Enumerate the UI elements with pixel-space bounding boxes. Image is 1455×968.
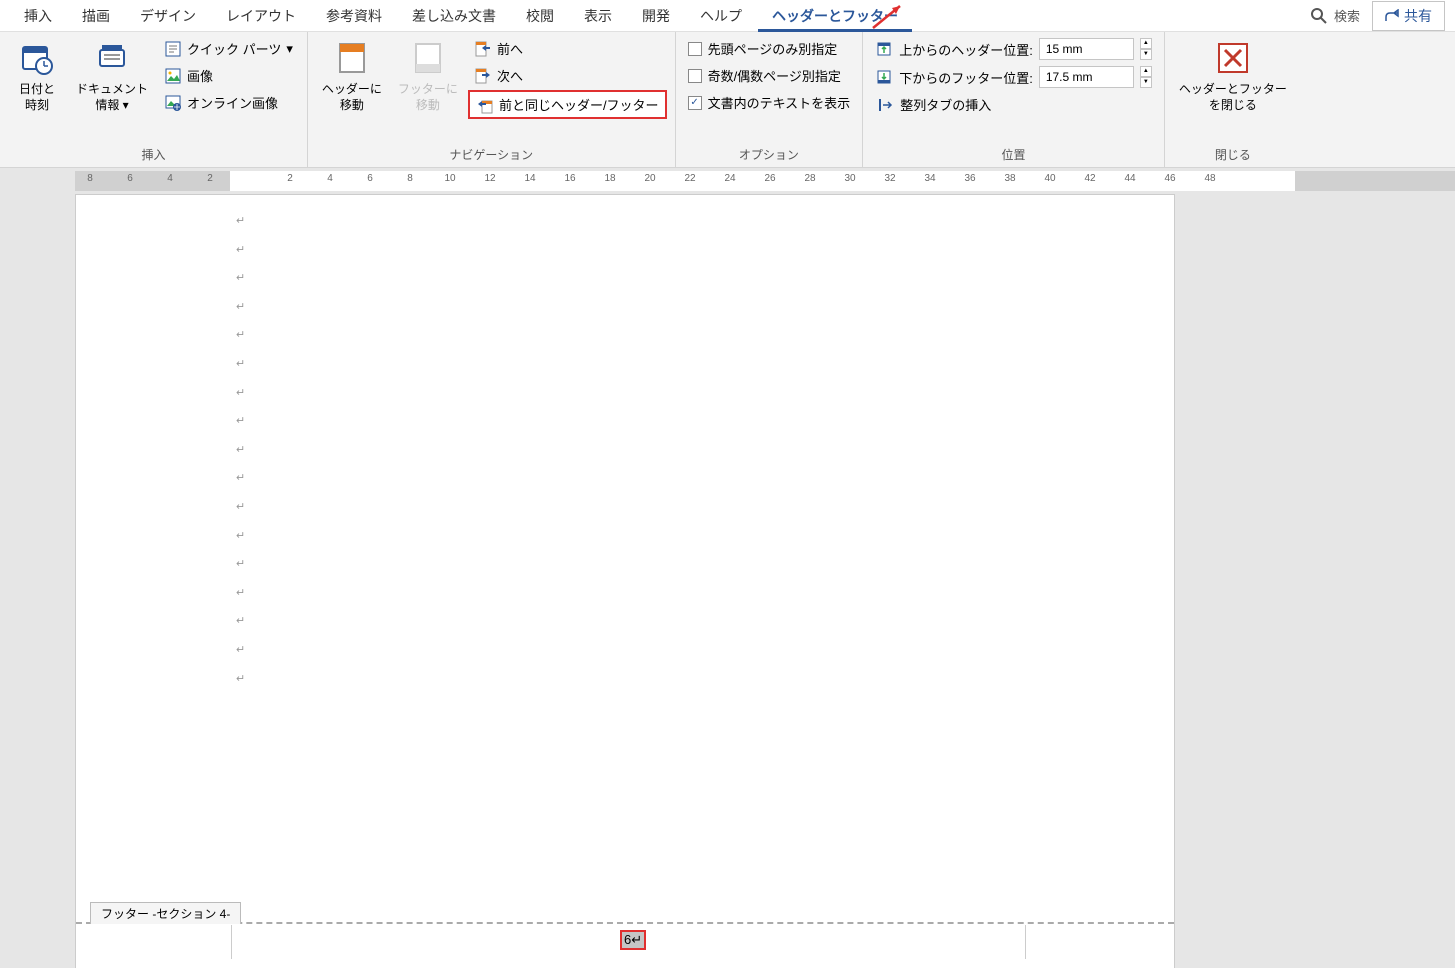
menu-mailings[interactable]: 差し込み文書 — [398, 0, 510, 32]
odd-even-checkbox[interactable]: 奇数/偶数ページ別指定 — [684, 63, 855, 88]
checkbox-checked-icon: ✓ — [688, 96, 702, 110]
online-picture-icon — [164, 94, 182, 112]
dropdown-icon: ▾ — [286, 41, 293, 57]
link-previous-label: 前と同じヘッダー/フッター — [499, 95, 659, 114]
ribbon-group-close: ヘッダーとフッター を閉じる 閉じる — [1165, 32, 1301, 167]
menu-layout[interactable]: レイアウト — [212, 0, 310, 32]
ribbon-group-options: 先頭ページのみ別指定 奇数/偶数ページ別指定 ✓ 文書内のテキストを表示 オプシ… — [676, 32, 864, 167]
search-label: 検索 — [1334, 6, 1360, 25]
close-icon — [1215, 40, 1251, 76]
goto-header-icon — [334, 40, 370, 76]
close-header-footer-button[interactable]: ヘッダーとフッター を閉じる — [1173, 36, 1293, 117]
page[interactable]: ↵ ↵ ↵ ↵ ↵ ↵ ↵ ↵ ↵ ↵ ↵ ↵ ↵ ↵ ↵ ↵ ↵ — [75, 194, 1175, 968]
spinner-up-icon[interactable]: ▲ — [1140, 38, 1152, 49]
page-body: ↵ ↵ ↵ ↵ ↵ ↵ ↵ ↵ ↵ ↵ ↵ ↵ ↵ ↵ ↵ ↵ ↵ — [76, 195, 1174, 693]
footer-from-bottom-label: 下からのフッター位置: — [899, 68, 1033, 87]
menu-developer[interactable]: 開発 — [628, 0, 684, 32]
header-from-top-label: 上からのヘッダー位置: — [899, 40, 1033, 59]
spinner-down-icon[interactable]: ▼ — [1140, 77, 1152, 88]
goto-footer-label: フッターに 移動 — [398, 82, 458, 113]
next-section-button[interactable]: 次へ — [468, 63, 667, 88]
header-from-top-row: 上からのヘッダー位置: ▲ ▼ — [871, 36, 1156, 62]
picture-icon — [164, 67, 182, 85]
share-button[interactable]: 共有 — [1372, 1, 1445, 31]
show-text-label: 文書内のテキストを表示 — [708, 93, 851, 112]
quick-parts-icon — [164, 40, 182, 58]
checkbox-unchecked-icon — [688, 42, 702, 56]
goto-footer-icon — [410, 40, 446, 76]
menu-view[interactable]: 表示 — [570, 0, 626, 32]
menu-header-footer[interactable]: ヘッダーとフッター — [758, 0, 912, 32]
group-label-options: オプション — [684, 142, 855, 165]
footer-position-input[interactable] — [1039, 66, 1134, 88]
date-time-button[interactable]: 日付と 時刻 — [8, 36, 66, 117]
footer-section-tag: フッター -セクション 4- — [90, 902, 241, 924]
next-label: 次へ — [497, 66, 523, 85]
menu-insert[interactable]: 挿入 — [10, 0, 66, 32]
ribbon-group-insert: 日付と 時刻 ドキュメント 情報 ▾ クイック パーツ ▾ 画像 オンライ — [0, 32, 308, 167]
group-label-close: 閉じる — [1173, 142, 1293, 165]
quick-parts-label: クイック パーツ — [187, 39, 281, 58]
group-label-insert: 挿入 — [8, 142, 299, 165]
calendar-clock-icon — [19, 40, 55, 76]
goto-footer-button: フッターに 移動 — [392, 36, 464, 117]
first-page-label: 先頭ページのみ別指定 — [708, 39, 838, 58]
goto-header-button[interactable]: ヘッダーに 移動 — [316, 36, 388, 117]
link-to-previous-button[interactable]: 前と同じヘッダー/フッター — [468, 90, 667, 119]
ribbon-group-navigation: ヘッダーに 移動 フッターに 移動 前へ 次へ 前と同じヘッダー/フッター — [308, 32, 676, 167]
footer-from-bottom-row: 下からのフッター位置: ▲ ▼ — [871, 64, 1156, 90]
doc-info-button[interactable]: ドキュメント 情報 ▾ — [70, 36, 154, 117]
quick-parts-button[interactable]: クイック パーツ ▾ — [158, 36, 299, 61]
online-picture-label: オンライン画像 — [187, 93, 278, 112]
link-previous-icon — [476, 96, 494, 114]
prev-icon — [474, 40, 492, 58]
document-area: 8642246810121416182022242628303234363840… — [0, 168, 1455, 968]
group-label-navigation: ナビゲーション — [316, 142, 667, 165]
search-button[interactable]: 検索 — [1300, 6, 1370, 25]
doc-info-label: ドキュメント 情報 ▾ — [76, 82, 148, 113]
menu-references[interactable]: 参考資料 — [312, 0, 396, 32]
ribbon-group-position: 上からのヘッダー位置: ▲ ▼ 下からのフッター位置: ▲ ▼ — [863, 32, 1165, 167]
checkbox-unchecked-icon — [688, 69, 702, 83]
insert-align-tab-button[interactable]: 整列タブの挿入 — [871, 92, 1156, 117]
share-icon — [1385, 9, 1399, 23]
search-icon — [1310, 7, 1328, 25]
menu-help[interactable]: ヘルプ — [686, 0, 756, 32]
next-icon — [474, 67, 492, 85]
menu-draw[interactable]: 描画 — [68, 0, 124, 32]
online-picture-button[interactable]: オンライン画像 — [158, 90, 299, 115]
group-label-position: 位置 — [871, 142, 1156, 165]
menu-design[interactable]: デザイン — [126, 0, 210, 32]
picture-button[interactable]: 画像 — [158, 63, 299, 88]
prev-section-button[interactable]: 前へ — [468, 36, 667, 61]
page-number-field[interactable]: 6↵ — [620, 930, 646, 950]
close-label: ヘッダーとフッター を閉じる — [1179, 82, 1287, 113]
header-position-input[interactable] — [1039, 38, 1134, 60]
picture-label: 画像 — [187, 66, 213, 85]
spinner-down-icon[interactable]: ▼ — [1140, 49, 1152, 60]
align-tab-icon — [877, 96, 895, 114]
header-position-icon — [875, 40, 893, 58]
menu-review[interactable]: 校閲 — [512, 0, 568, 32]
share-label: 共有 — [1404, 6, 1432, 26]
ribbon: 日付と 時刻 ドキュメント 情報 ▾ クイック パーツ ▾ 画像 オンライ — [0, 32, 1455, 168]
spinner-up-icon[interactable]: ▲ — [1140, 66, 1152, 77]
horizontal-ruler[interactable]: 8642246810121416182022242628303234363840… — [0, 168, 1455, 194]
align-tab-label: 整列タブの挿入 — [900, 95, 991, 114]
goto-header-label: ヘッダーに 移動 — [322, 82, 382, 113]
date-time-label: 日付と 時刻 — [19, 82, 55, 113]
footer-position-icon — [875, 68, 893, 86]
footer-spinner[interactable]: ▲ ▼ — [1140, 66, 1152, 88]
menu-bar: 挿入 描画 デザイン レイアウト 参考資料 差し込み文書 校閲 表示 開発 ヘル… — [0, 0, 1455, 32]
first-page-checkbox[interactable]: 先頭ページのみ別指定 — [684, 36, 855, 61]
header-spinner[interactable]: ▲ ▼ — [1140, 38, 1152, 60]
odd-even-label: 奇数/偶数ページ別指定 — [708, 66, 841, 85]
prev-label: 前へ — [497, 39, 523, 58]
show-text-checkbox[interactable]: ✓ 文書内のテキストを表示 — [684, 90, 855, 115]
document-info-icon — [94, 40, 130, 76]
